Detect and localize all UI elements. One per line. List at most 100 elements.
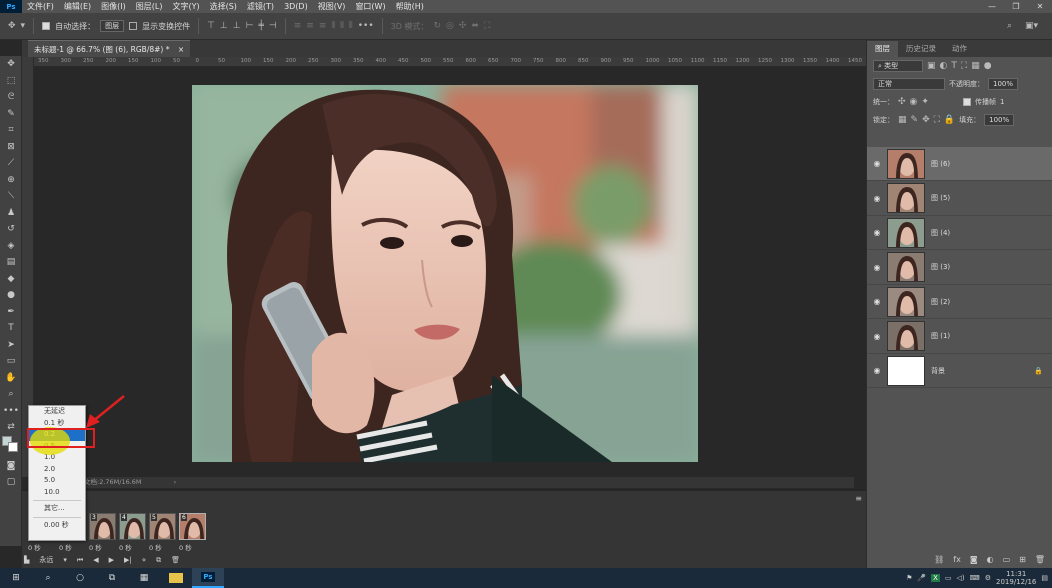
distribute-icon[interactable]: ≡ (294, 21, 302, 31)
timeline-frame-selected[interactable]: 6 (179, 513, 206, 540)
layer-row[interactable]: ◉ 图 (5) (867, 182, 1052, 216)
distribute-icon[interactable]: ≡ (319, 21, 327, 31)
lasso-tool-icon[interactable]: ᘓ (0, 89, 22, 106)
tab-layers[interactable]: 图层 (867, 41, 898, 57)
frame-tool-icon[interactable]: ⊠ (0, 139, 22, 156)
windows-start-icon[interactable]: ⊞ (0, 568, 32, 588)
menu-select[interactable]: 选择(S) (205, 1, 242, 12)
layer-row[interactable]: ◉ 背景 🔒 (867, 354, 1052, 388)
eye-icon[interactable]: ◉ (867, 366, 887, 375)
eye-icon[interactable]: ◉ (867, 263, 887, 272)
menu-filter[interactable]: 滤镜(T) (242, 1, 279, 12)
battery-icon[interactable]: ▭ (945, 574, 952, 582)
menu-edit[interactable]: 编辑(E) (59, 1, 96, 12)
propagate-frame-checkbox[interactable] (962, 98, 971, 106)
timeline-frame[interactable]: 4 (119, 513, 146, 540)
distribute-icon[interactable]: ⫴ (331, 21, 335, 31)
eyedropper-tool-icon[interactable]: ⟋ (0, 155, 22, 172)
menu-help[interactable]: 帮助(H) (391, 1, 429, 12)
panel-menu-icon[interactable]: ≡ (855, 494, 862, 503)
3d-slide-icon[interactable]: ⬌ (471, 21, 479, 31)
align-hcenter-icon[interactable]: ╪ (258, 21, 263, 31)
file-explorer-icon[interactable] (160, 568, 192, 588)
delay-option-other[interactable]: 其它... (29, 503, 85, 515)
fx-icon[interactable]: fx (953, 555, 961, 564)
photoshop-taskbar-button[interactable]: Ps (192, 568, 224, 588)
delay-option[interactable]: 2.0 (29, 464, 85, 476)
lock-transparent-icon[interactable]: ▦ (898, 115, 907, 125)
search-icon[interactable]: ⌕ (32, 568, 64, 588)
delay-option[interactable]: 无延迟 (29, 406, 85, 418)
cortana-icon[interactable]: ○ (64, 568, 96, 588)
convert-icon[interactable]: ▙ (24, 556, 29, 564)
layer-row[interactable]: ◉ 图 (1) (867, 320, 1052, 354)
unify-visibility-icon[interactable]: ◉ (910, 97, 918, 107)
fill-input[interactable]: 100% (984, 114, 1015, 126)
move-tool-icon[interactable]: ✥ (0, 56, 22, 73)
chevron-down-icon[interactable]: ▾ (21, 21, 26, 31)
duplicate-frame-icon[interactable]: ⧉ (156, 556, 161, 565)
filter-shape-icon[interactable]: ⛶ (961, 61, 967, 71)
notification-icon[interactable]: ▤ (1041, 574, 1048, 582)
align-top-icon[interactable]: ⊤ (207, 21, 215, 31)
first-frame-icon[interactable]: ⏮ (77, 556, 83, 565)
restore-button[interactable]: ❐ (1004, 0, 1028, 13)
menu-file[interactable]: 文件(F) (22, 1, 59, 12)
pen-tool-icon[interactable]: ✒ (0, 304, 22, 321)
lock-pixels-icon[interactable]: ✎ (911, 115, 919, 125)
3d-scale-icon[interactable]: ⛶ (484, 21, 490, 31)
volume-icon[interactable]: ◁) (957, 574, 965, 582)
lock-position-icon[interactable]: ✥ (922, 115, 930, 125)
eye-icon[interactable]: ◉ (867, 159, 887, 168)
hand-tool-icon[interactable]: ✋ (0, 370, 22, 387)
link-icon[interactable]: ⛓ (934, 555, 944, 564)
auto-select-checkbox[interactable] (42, 22, 51, 30)
close-button[interactable]: ✕ (1028, 0, 1052, 13)
layer-row[interactable]: ◉ 图 (2) (867, 285, 1052, 319)
chevron-down-icon[interactable]: ▾ (63, 556, 67, 564)
prev-frame-icon[interactable]: ◀ (93, 556, 98, 564)
filter-adjust-icon[interactable]: ◐ (940, 61, 948, 71)
frame-delay[interactable]: 0 秒 (149, 542, 162, 552)
lock-icon[interactable]: 🔒 (1034, 367, 1043, 375)
clock[interactable]: 11:31 2019/12/16 (996, 570, 1036, 586)
search-icon[interactable]: ⌕ (1007, 21, 1012, 31)
unify-position-icon[interactable]: ✣ (898, 97, 906, 107)
blend-mode-dropdown[interactable]: 正常 (873, 78, 945, 90)
loop-select[interactable]: 永远 (39, 555, 53, 565)
align-vcenter-icon[interactable]: ⊥ (220, 21, 228, 31)
align-bottom-icon[interactable]: ⊥ (233, 21, 241, 31)
trash-icon[interactable]: 🗑 (1035, 555, 1045, 564)
frame-delay[interactable]: 0 秒 (179, 542, 192, 552)
mask-icon[interactable]: ◙ (970, 555, 978, 564)
timeline-frame[interactable]: 5 (149, 513, 176, 540)
document-image[interactable] (192, 85, 698, 462)
delay-option[interactable]: 5.0 (29, 475, 85, 487)
type-tool-icon[interactable]: T (0, 320, 22, 337)
align-left-icon[interactable]: ⊢ (246, 21, 254, 31)
layer-row[interactable]: ◉ 图 (4) (867, 216, 1052, 250)
network-icon[interactable]: ⚑ (906, 574, 912, 582)
more-icon[interactable]: ••• (0, 403, 22, 420)
minimize-button[interactable]: — (980, 0, 1004, 13)
frame-delay[interactable]: 0 秒 (89, 542, 102, 552)
eraser-tool-icon[interactable]: ◈ (0, 238, 22, 255)
quick-mask-icon[interactable]: ◙ (0, 458, 22, 475)
play-icon[interactable]: ▶ (109, 556, 114, 564)
filter-smart-icon[interactable]: ▦ (971, 61, 980, 71)
adjust-icon[interactable]: ◐ (987, 555, 994, 564)
document-tab[interactable]: 未标题-1 @ 66.7% (图 (6), RGB/8#) * × (28, 40, 191, 57)
timeline-frame[interactable]: 3 (89, 513, 116, 540)
show-transform-checkbox[interactable] (129, 22, 138, 30)
swap-colors-icon[interactable]: ⇄ (0, 419, 22, 436)
input-icon[interactable]: ⌨ (970, 574, 980, 582)
filter-pixel-icon[interactable]: ▣ (927, 61, 936, 71)
menu-window[interactable]: 窗口(W) (350, 1, 390, 12)
menu-type[interactable]: 文字(Y) (167, 1, 204, 12)
settings-icon[interactable]: ⚙ (985, 574, 991, 582)
screen-mode-icon[interactable]: ▢ (0, 474, 22, 491)
eye-icon[interactable]: ◉ (867, 228, 887, 237)
history-brush-icon[interactable]: ↺ (0, 221, 22, 238)
folder-icon[interactable]: ▭ (1003, 555, 1011, 564)
filter-type-icon[interactable]: T (951, 61, 957, 71)
